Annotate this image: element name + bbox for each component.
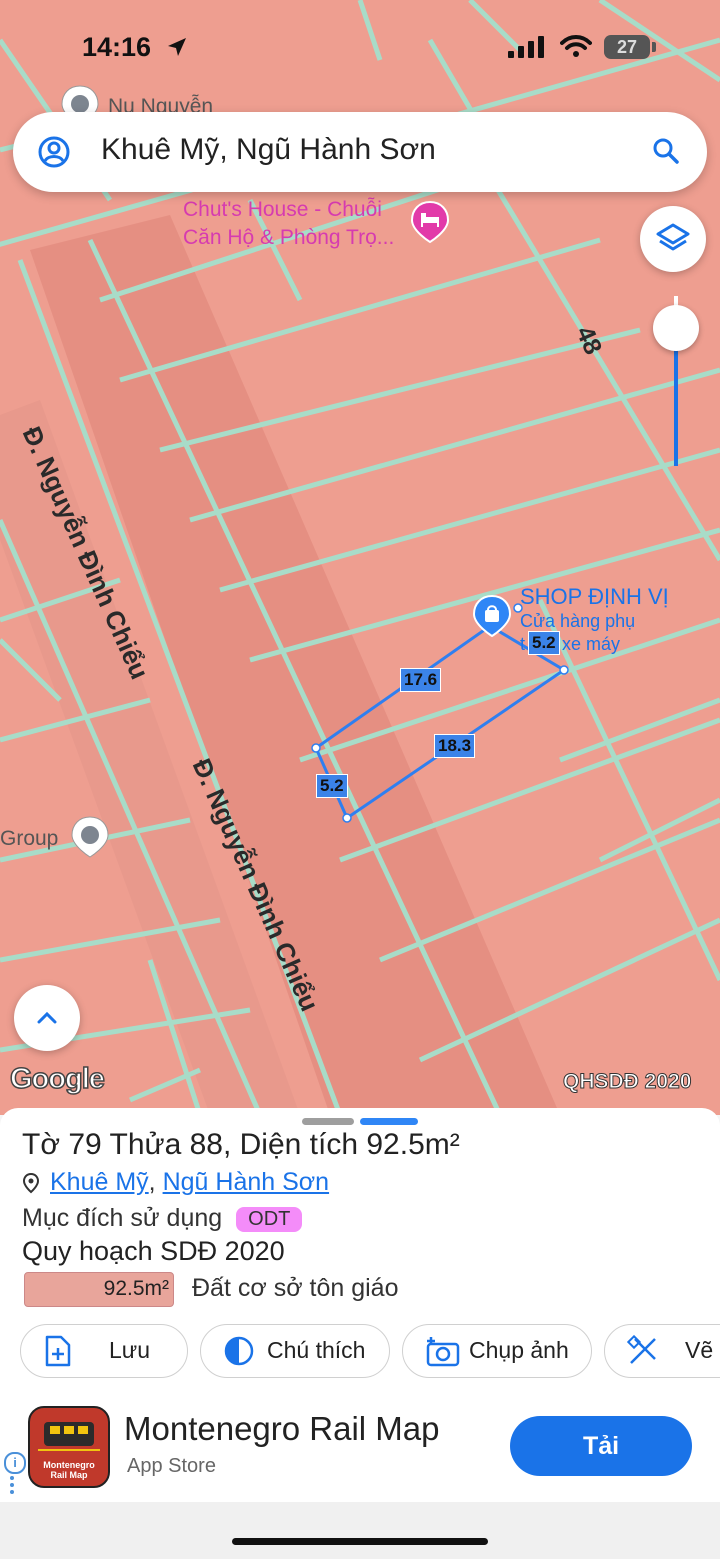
battery-indicator: 27 (604, 35, 650, 59)
parcel-location: Khuê Mỹ, Ngũ Hành Sơn (22, 1168, 329, 1197)
save-button[interactable]: Lưu (20, 1324, 188, 1378)
measure-top: 17.6 (400, 668, 442, 692)
plan-area-description: Đất cơ sở tôn giáo (192, 1274, 399, 1302)
group-label[interactable]: Group (0, 826, 58, 852)
purpose-label: Mục đích sử dụng (22, 1204, 223, 1232)
shop-name[interactable]: SHOP ĐỊNH VỊ (520, 584, 669, 610)
camera-icon (426, 1337, 460, 1367)
location-pin-icon (22, 1173, 40, 1194)
google-logo: Google (9, 1062, 105, 1096)
ad-info-icon[interactable]: i (4, 1452, 26, 1474)
cellular-signal-icon (508, 36, 544, 58)
shop-bag-icon[interactable] (472, 594, 512, 643)
train-icon (38, 1422, 100, 1451)
group-pin-icon[interactable] (70, 815, 110, 864)
ad-options-icon[interactable] (10, 1476, 14, 1497)
app-icon-text: Montenegro Rail Map (43, 1460, 95, 1480)
shop-category-prefix: t (520, 634, 526, 654)
purpose-row: Mục đích sử dụng ODT (22, 1204, 303, 1233)
plan-area-swatch: 92.5m² (24, 1272, 174, 1307)
location-arrow-icon (168, 38, 186, 56)
plan-label: Quy hoạch SDĐ 2020 (22, 1236, 285, 1266)
shop-category-line2: xe máy (562, 634, 621, 654)
parcel-info-panel: Tờ 79 Thửa 88, Diện tích 92.5m² Khuê Mỹ,… (0, 1108, 720, 1398)
parcel-title: Tờ 79 Thửa 88, Diện tích 92.5m² (22, 1128, 460, 1161)
draw-button[interactable]: Vẽ (604, 1324, 720, 1378)
capture-label: Chụp ảnh (469, 1337, 569, 1363)
hotel-name-line2[interactable]: Căn Hộ & Phòng Trọ... (183, 225, 394, 251)
layer-label: QHSDĐ 2020 (562, 1070, 692, 1094)
hotel-bed-icon[interactable] (410, 200, 450, 249)
opacity-slider-thumb[interactable] (653, 305, 699, 351)
home-indicator-area (0, 1502, 720, 1559)
install-button[interactable]: Tải (510, 1416, 692, 1476)
draw-label: Vẽ (685, 1337, 714, 1363)
wifi-icon (560, 35, 592, 57)
contrast-icon (224, 1336, 254, 1366)
battery-nub (652, 42, 656, 52)
hotel-name-line1[interactable]: Chut's House - Chuỗi (183, 197, 382, 223)
app-icon[interactable]: Montenegro Rail Map (28, 1406, 110, 1488)
status-time: 14:16 (82, 32, 152, 62)
home-indicator[interactable] (232, 1538, 488, 1545)
expand-up-button[interactable] (14, 985, 80, 1051)
layers-icon (656, 223, 690, 251)
status-bar: 14:16 27 (0, 0, 720, 100)
legend-button[interactable]: Chú thích (200, 1324, 390, 1378)
measure-left: 5.2 (316, 774, 348, 798)
ad-store-name: App Store (127, 1455, 216, 1477)
add-file-icon (45, 1335, 71, 1367)
search-icon[interactable] (651, 136, 681, 166)
search-bar[interactable]: Khuê Mỹ, Ngũ Hành Sơn (13, 112, 707, 192)
district-link[interactable]: Ngũ Hành Sơn (163, 1168, 330, 1196)
legend-label: Chú thích (267, 1337, 366, 1363)
measure-bottom: 18.3 (434, 734, 476, 758)
profile-icon[interactable] (37, 135, 71, 169)
ward-link[interactable]: Khuê Mỹ (50, 1168, 149, 1196)
draw-tools-icon (627, 1335, 656, 1364)
save-label: Lưu (109, 1337, 150, 1363)
plan-area-value: 92.5m² (103, 1277, 169, 1300)
purpose-code-badge: ODT (236, 1206, 303, 1232)
chevron-up-icon (37, 1011, 57, 1024)
search-input[interactable]: Khuê Mỹ, Ngũ Hành Sơn (101, 133, 436, 167)
layers-button[interactable] (640, 206, 706, 272)
measure-right: 5.2 (528, 631, 560, 655)
capture-button[interactable]: Chụp ảnh (402, 1324, 592, 1378)
panel-handle-left[interactable] (302, 1118, 354, 1125)
ad-banner[interactable]: i Montenegro Rail Map Montenegro Rail Map… (0, 1398, 720, 1502)
panel-handle-right[interactable] (360, 1118, 418, 1125)
ad-app-name[interactable]: Montenegro Rail Map (124, 1410, 440, 1448)
